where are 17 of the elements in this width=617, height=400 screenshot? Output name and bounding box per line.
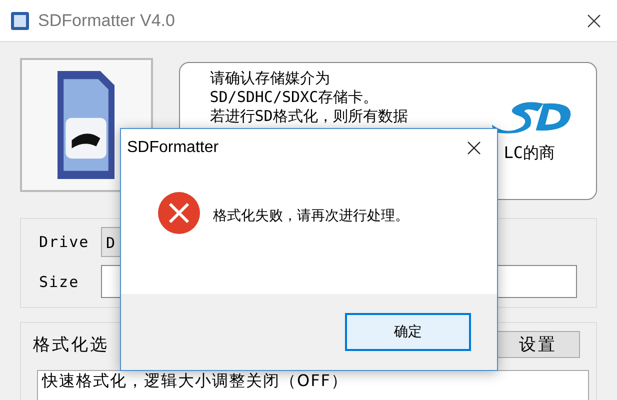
options-label: 格式化选	[33, 334, 109, 356]
options-field: 快速格式化，逻辑大小调整关闭（OFF）	[37, 370, 589, 400]
ok-button[interactable]: 确定	[345, 313, 471, 351]
window-title: SDFormatter V4.0	[38, 10, 175, 30]
info-text: 请确认存储媒介为	[210, 69, 331, 88]
info-text: 若进行SD格式化，则所有数据	[210, 107, 409, 126]
settings-button[interactable]: 设置	[496, 331, 580, 358]
error-icon	[157, 191, 201, 235]
dialog-title: SDFormatter	[127, 139, 219, 157]
info-text: SD/SDHC/SDXC存储卡。	[210, 88, 380, 107]
size-label: Size	[39, 272, 80, 290]
dialog-message: 格式化失败，请再次进行处理。	[213, 207, 409, 225]
app-icon	[10, 10, 30, 30]
drive-label: Drive	[39, 233, 87, 251]
close-icon[interactable]	[467, 141, 481, 155]
close-icon[interactable]	[587, 14, 601, 28]
info-text: LC的商	[504, 143, 556, 162]
